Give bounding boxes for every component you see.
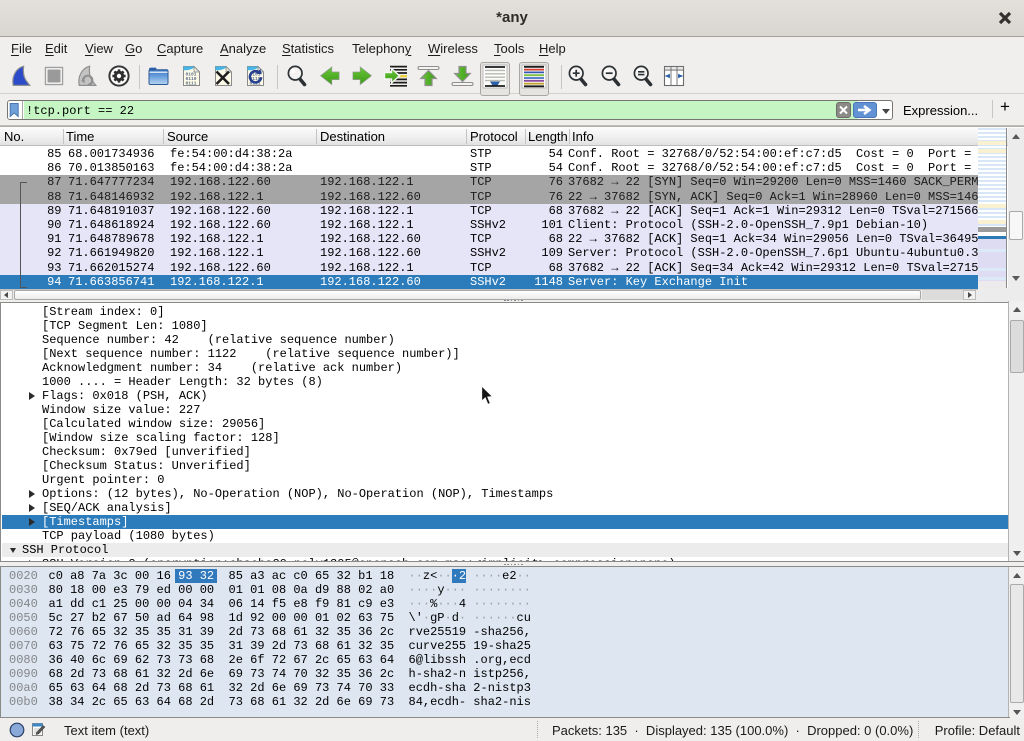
svg-text:0111: 0111: [186, 81, 197, 87]
